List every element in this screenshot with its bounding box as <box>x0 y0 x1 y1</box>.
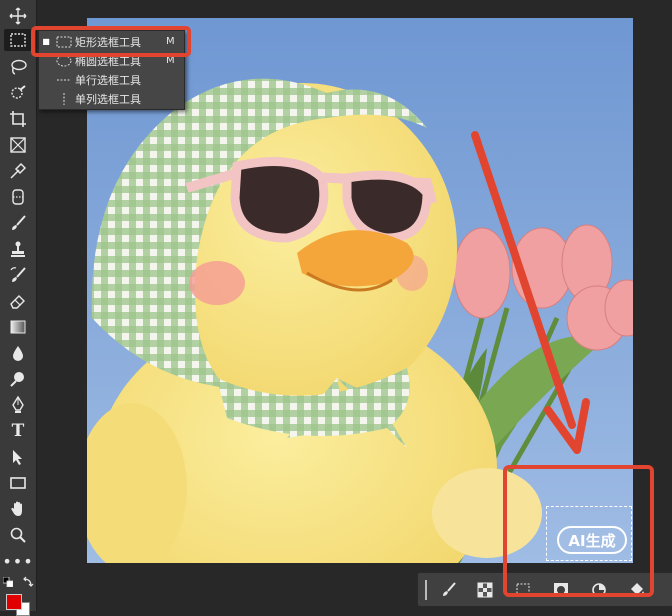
eraser-icon <box>10 295 25 309</box>
gradient-tool[interactable] <box>4 316 32 338</box>
history-brush-icon <box>10 267 26 282</box>
flyout-item-label: 单行选框工具 <box>75 73 141 87</box>
zoom-icon <box>10 527 26 543</box>
path-selection-tool[interactable] <box>4 446 32 468</box>
pen-tool[interactable] <box>4 394 32 416</box>
hand-icon <box>11 501 22 516</box>
eyedropper-tool[interactable] <box>4 160 32 182</box>
crop-icon <box>10 111 26 127</box>
eyedropper-icon <box>10 162 27 179</box>
hand-tool[interactable] <box>4 498 32 520</box>
rectangle-icon <box>10 477 26 489</box>
lasso-icon <box>11 59 27 75</box>
move-tool[interactable] <box>4 5 32 27</box>
eraser-tool[interactable] <box>4 290 32 312</box>
default-colors-icon[interactable] <box>3 577 13 587</box>
drop-icon <box>13 346 23 361</box>
swap-colors-icon[interactable] <box>22 576 34 588</box>
rectangular-marquee-tool[interactable] <box>4 29 32 51</box>
bandage-icon <box>12 189 24 205</box>
dodge-icon <box>10 372 24 387</box>
foreground-color-swatch[interactable] <box>6 594 22 610</box>
brush-tool[interactable] <box>4 212 32 234</box>
flyout-item-single-row-marquee[interactable]: 单行选框工具 <box>39 70 184 89</box>
stamp-icon <box>11 241 25 257</box>
zoom-tool[interactable] <box>4 524 32 546</box>
pen-icon <box>12 396 24 413</box>
rectangle-tool[interactable] <box>4 472 32 494</box>
type-tool[interactable]: T <box>4 420 32 442</box>
quick-selection-icon <box>11 85 26 99</box>
edit-toolbar-button[interactable]: ••• <box>2 550 34 572</box>
frame-tool[interactable] <box>4 134 32 156</box>
quick-selection-tool[interactable] <box>4 82 32 104</box>
single-row-marquee-icon <box>53 74 75 86</box>
clone-stamp-tool[interactable] <box>4 238 32 260</box>
type-icon: T <box>11 421 25 441</box>
checker-icon[interactable] <box>476 581 494 599</box>
grip-handle[interactable] <box>425 580 427 600</box>
flyout-item-label: 单列选框工具 <box>75 92 141 106</box>
frame-icon <box>10 137 26 153</box>
brush-icon <box>12 215 26 230</box>
healing-brush-tool[interactable] <box>4 186 32 208</box>
marquee-icon <box>10 33 26 47</box>
single-column-marquee-icon <box>53 92 75 106</box>
brush-mask-icon[interactable] <box>440 581 458 599</box>
annotation-highlight-flyout <box>31 26 191 57</box>
history-brush-tool[interactable] <box>4 264 32 286</box>
blur-tool[interactable] <box>4 342 32 364</box>
move-icon <box>9 7 27 25</box>
more-icon: ••• <box>2 551 34 571</box>
lasso-tool[interactable] <box>4 56 32 78</box>
dodge-tool[interactable] <box>4 368 32 390</box>
tools-panel: T ••• <box>0 0 37 616</box>
annotation-highlight-ai <box>503 465 654 597</box>
gradient-icon <box>10 320 26 334</box>
flyout-item-single-column-marquee[interactable]: 单列选框工具 <box>39 89 184 108</box>
arrow-icon <box>13 450 22 465</box>
crop-tool[interactable] <box>4 108 32 130</box>
